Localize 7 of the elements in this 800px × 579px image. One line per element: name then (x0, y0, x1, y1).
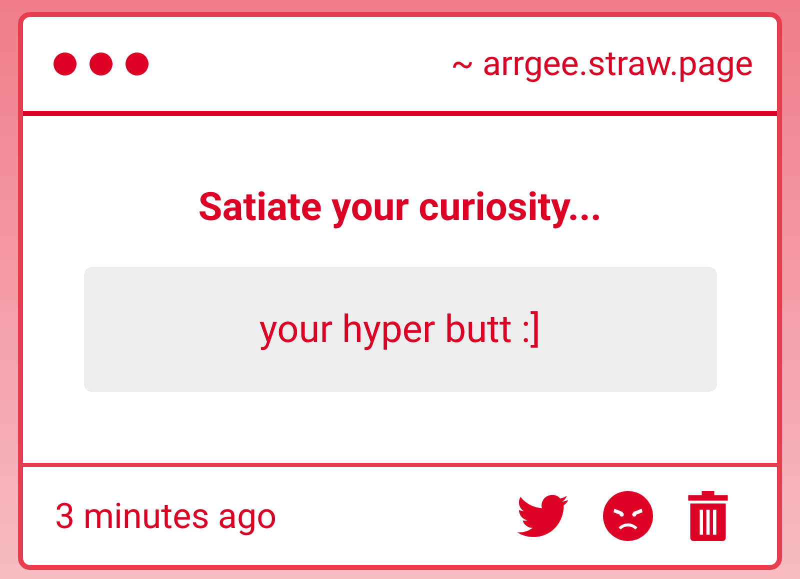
question-title: Satiate your curiosity... (198, 184, 602, 230)
page-address: ~ arrgee.straw.page (450, 44, 753, 84)
trash-icon[interactable] (687, 491, 729, 541)
answer-text: your hyper butt :] (259, 308, 541, 352)
timestamp: 3 minutes ago (55, 496, 277, 536)
angry-face-icon[interactable] (603, 491, 653, 541)
window-dots-icon (53, 52, 149, 76)
